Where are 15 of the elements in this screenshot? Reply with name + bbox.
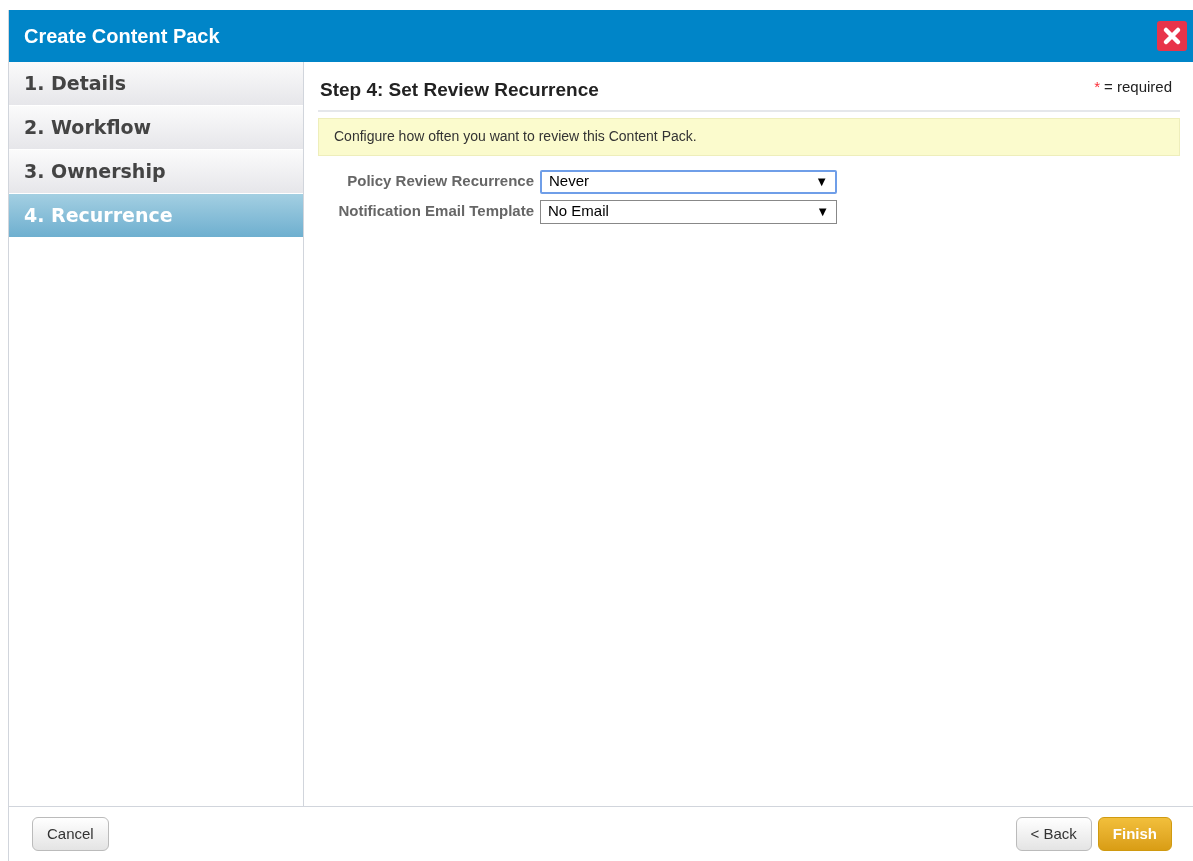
required-note: = required	[1104, 77, 1172, 97]
field-label: Notification Email Template	[337, 201, 535, 222]
footer-button[interactable]: Cancel	[32, 817, 109, 851]
dropdown[interactable]: No Email ▼	[540, 199, 837, 224]
step-title: Step 4: Set Review Recurrence	[320, 78, 599, 102]
field-label: Policy Review Recurrence	[346, 171, 535, 192]
step-tab[interactable]: 3. Ownership	[9, 150, 303, 194]
step-tab[interactable]: 1. Details	[9, 62, 303, 106]
footer-button[interactable]: < Back	[1015, 817, 1092, 851]
dropdown[interactable]: Never ▼	[540, 169, 837, 194]
required-mark: *	[1094, 77, 1101, 97]
window-title: Create Content Pack	[24, 24, 220, 49]
info-text: Configure how often you want to review this Content Pack.	[334, 127, 697, 146]
close-icon[interactable]	[1157, 21, 1187, 51]
step-tab[interactable]: 2. Workflow	[9, 106, 303, 150]
